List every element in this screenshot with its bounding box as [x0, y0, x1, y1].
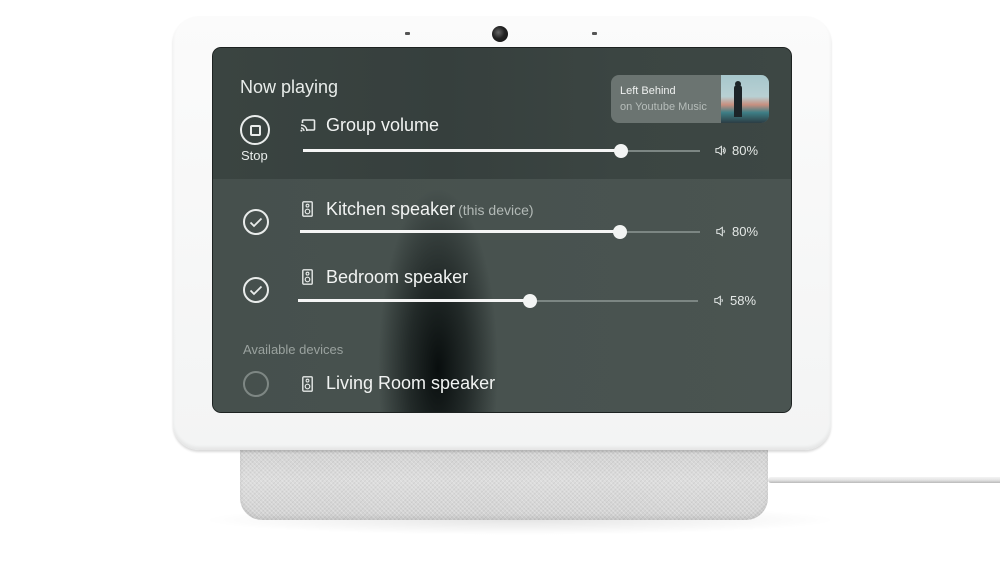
screen: Now playing Stop Left Behind on Youtube … — [213, 48, 791, 412]
device-checkbox-kitchen[interactable] — [243, 209, 269, 235]
speaker-icon — [302, 376, 313, 397]
volume-low-icon — [714, 295, 723, 306]
page-title: Now playing — [240, 77, 339, 97]
now-playing-card[interactable]: Left Behind on Youtube Music — [611, 75, 769, 123]
available-devices-heading: Available devices — [243, 342, 344, 357]
speaker-icon — [302, 269, 313, 290]
device-checkbox-bedroom[interactable] — [243, 277, 269, 303]
group-volume-label: Group volume — [326, 115, 440, 135]
slider-fill — [303, 149, 621, 152]
microphone — [592, 32, 597, 35]
volume-value: 80% — [732, 143, 759, 158]
slider-thumb[interactable] — [523, 294, 537, 308]
kitchen-volume-slider[interactable] — [300, 225, 700, 239]
device-name-kitchen: Kitchen speaker (this device) — [326, 199, 534, 220]
slider-thumb[interactable] — [613, 144, 628, 158]
device-name: Kitchen speaker — [326, 199, 456, 219]
kitchen-volume-readout: 80% — [715, 224, 758, 239]
stop-button[interactable] — [240, 115, 270, 145]
stop-label: Stop — [241, 148, 268, 163]
slider-thumb[interactable] — [613, 225, 627, 239]
speaker-base — [240, 440, 768, 520]
art-figure — [734, 85, 742, 117]
stop-icon — [249, 124, 261, 136]
cast-icon — [300, 119, 316, 137]
volume-value: 80% — [732, 224, 759, 239]
device-name-bedroom: Bedroom speaker — [326, 267, 469, 287]
check-icon — [249, 285, 263, 295]
volume-low-icon — [716, 226, 725, 237]
power-cable — [768, 477, 1000, 483]
slider-fill — [298, 299, 530, 302]
device-name-living-room: Living Room speaker — [326, 373, 496, 393]
group-volume-slider[interactable] — [303, 144, 700, 158]
album-art — [721, 75, 769, 123]
volume-value: 58% — [730, 293, 757, 308]
volume-icon — [715, 145, 726, 156]
camera-icon — [492, 26, 508, 42]
track-title: Left Behind — [620, 85, 676, 97]
device-checkbox-living-room[interactable] — [243, 371, 269, 397]
group-volume-readout: 80% — [715, 143, 758, 158]
bedroom-volume-slider[interactable] — [298, 294, 698, 308]
this-device-tag: (this device) — [458, 202, 534, 218]
slider-fill — [300, 230, 620, 233]
light-sensor — [405, 32, 410, 35]
track-source: on Youtube Music — [620, 101, 707, 113]
speaker-icon — [302, 201, 313, 222]
bedroom-volume-readout: 58% — [713, 293, 756, 308]
check-icon — [249, 217, 263, 227]
